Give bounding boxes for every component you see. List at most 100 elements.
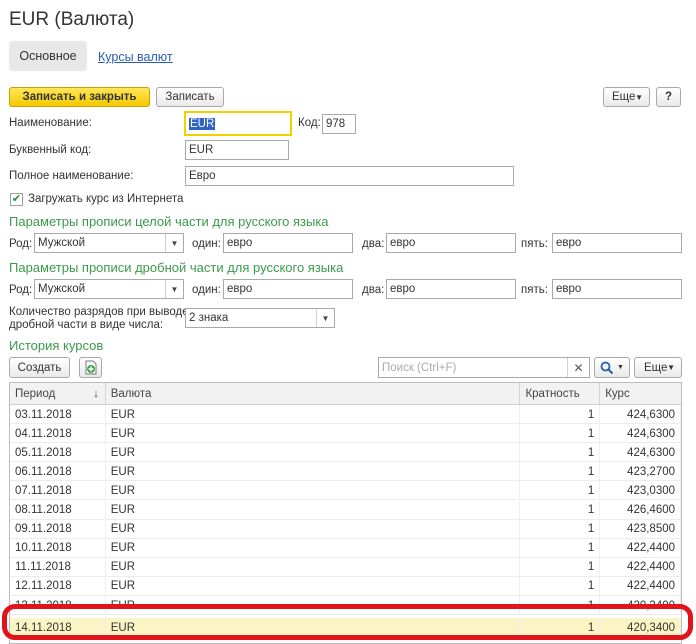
five-input[interactable]: евро xyxy=(552,233,682,253)
letter-code-input[interactable]: EUR xyxy=(185,140,289,160)
cell-currency: EUR xyxy=(106,462,521,482)
history-more-button[interactable]: Еще ▼ xyxy=(634,357,682,378)
copy-button[interactable] xyxy=(79,357,102,378)
frac-gender-select[interactable]: Мужской ▼ xyxy=(34,279,184,299)
load-rate-checkbox[interactable]: ✔ xyxy=(10,193,23,206)
cell-multiplicity: 1 xyxy=(520,596,601,615)
save-and-close-button[interactable]: Записать и закрыть xyxy=(9,87,150,107)
full-name-input[interactable]: Евро xyxy=(185,166,514,186)
cell-currency: EUR xyxy=(106,424,521,444)
load-rate-label: Загружать курс из Интернета xyxy=(28,193,184,205)
rates-table: Период ↓ Валюта Кратность Курс 03.11.201… xyxy=(9,382,682,644)
spelling-frac-heading: Параметры прописи дробной части для русс… xyxy=(9,260,344,275)
cell-period: 12.11.2018 xyxy=(10,576,106,596)
cell-rate: 423,0300 xyxy=(600,481,681,501)
table-row[interactable]: 08.11.2018 EUR 1 426,4600 xyxy=(10,500,681,520)
col-period[interactable]: Период ↓ xyxy=(10,383,106,405)
col-rate[interactable]: Курс xyxy=(600,383,681,405)
cell-multiplicity: 1 xyxy=(520,576,601,596)
table-row[interactable]: 05.11.2018 EUR 1 424,6300 xyxy=(10,443,681,463)
frac-five-input[interactable]: евро xyxy=(552,279,682,299)
gender-value: Мужской xyxy=(38,237,86,249)
cell-rate: 422,4400 xyxy=(600,557,681,577)
cell-currency: EUR xyxy=(106,557,521,577)
cell-currency: EUR xyxy=(106,576,521,596)
name-input[interactable]: EUR xyxy=(184,111,292,136)
frac-one-input[interactable]: евро xyxy=(223,279,353,299)
col-period-label: Период xyxy=(15,388,56,400)
chevron-down-icon: ▼ xyxy=(617,364,624,371)
cell-rate: 423,8500 xyxy=(600,519,681,539)
one-label: один: xyxy=(192,238,221,250)
cell-currency: EUR xyxy=(106,405,521,424)
table-row[interactable]: 09.11.2018 EUR 1 423,8500 xyxy=(10,519,681,539)
gender-label: Род: xyxy=(9,238,33,250)
history-more-label: Еще xyxy=(644,361,668,374)
chevron-down-icon: ▼ xyxy=(667,363,675,372)
cell-multiplicity: 1 xyxy=(520,481,601,501)
frac-two-input[interactable]: евро xyxy=(386,279,516,299)
tab-main[interactable]: Основное xyxy=(9,41,87,71)
cell-rate: 426,4600 xyxy=(600,500,681,520)
table-row-selected[interactable]: 14.11.2018 EUR 1 420,3400 xyxy=(10,618,681,638)
more-button[interactable]: Еще ▼ xyxy=(603,87,650,107)
digits-select[interactable]: 2 знака ▼ xyxy=(185,308,335,328)
save-button[interactable]: Записать xyxy=(156,87,224,107)
two-input[interactable]: евро xyxy=(386,233,516,253)
history-heading: История курсов xyxy=(9,338,104,353)
frac-two-label: два: xyxy=(362,284,385,296)
digits-label: Количество разрядов при выводе дробной ч… xyxy=(9,306,189,332)
table-row[interactable]: 07.11.2018 EUR 1 423,0300 xyxy=(10,481,681,501)
one-input[interactable]: евро xyxy=(223,233,353,253)
table-header: Период ↓ Валюта Кратность Курс xyxy=(10,383,681,405)
cell-rate: 424,6300 xyxy=(600,443,681,463)
search-button[interactable]: ▼ xyxy=(594,357,630,378)
copy-add-icon xyxy=(85,360,96,375)
cell-period: 09.11.2018 xyxy=(10,519,106,539)
cell-multiplicity: 1 xyxy=(520,462,601,482)
table-row[interactable]: 13.11.2018 EUR 1 420,3400 xyxy=(10,596,681,615)
frac-gender-value: Мужской xyxy=(38,283,86,295)
digits-label-line2: дробной части в виде числа: xyxy=(9,319,164,331)
col-currency[interactable]: Валюта xyxy=(106,383,521,405)
cell-period: 10.11.2018 xyxy=(10,538,106,558)
help-button[interactable]: ? xyxy=(656,87,681,107)
chevron-down-icon: ▼ xyxy=(635,92,643,102)
sort-arrow-icon: ↓ xyxy=(93,388,99,400)
table-row[interactable]: 04.11.2018 EUR 1 424,6300 xyxy=(10,424,681,444)
chevron-down-icon[interactable]: ▼ xyxy=(316,309,334,327)
table-row[interactable]: 11.11.2018 EUR 1 422,4400 xyxy=(10,557,681,577)
search-input[interactable]: Поиск (Ctrl+F) ✕ xyxy=(378,357,590,378)
cell-rate: 424,6300 xyxy=(600,424,681,444)
table-row[interactable]: 10.11.2018 EUR 1 422,4400 xyxy=(10,538,681,558)
cell-currency: EUR xyxy=(106,519,521,539)
cell-period: 11.11.2018 xyxy=(10,557,106,577)
check-icon: ✔ xyxy=(11,193,22,205)
table-row[interactable]: 03.11.2018 EUR 1 424,6300 xyxy=(10,405,681,424)
gender-select[interactable]: Мужской ▼ xyxy=(34,233,184,253)
cell-period: 05.11.2018 xyxy=(10,443,106,463)
clear-icon[interactable]: ✕ xyxy=(567,358,589,377)
code-input[interactable]: 978 xyxy=(322,114,356,134)
table-row[interactable]: 12.11.2018 EUR 1 422,4400 xyxy=(10,576,681,596)
chevron-down-icon[interactable]: ▼ xyxy=(165,280,183,298)
cell-multiplicity: 1 xyxy=(520,443,601,463)
cell-currency: EUR xyxy=(106,500,521,520)
cell-currency: EUR xyxy=(106,443,521,463)
cell-period: 04.11.2018 xyxy=(10,424,106,444)
frac-one-label: один: xyxy=(192,284,221,296)
create-button[interactable]: Создать xyxy=(9,357,70,378)
chevron-down-icon[interactable]: ▼ xyxy=(165,234,183,252)
five-label: пять: xyxy=(521,238,548,250)
two-label: два: xyxy=(362,238,385,250)
code-label: Код: xyxy=(298,117,321,129)
tab-rates[interactable]: Курсы валют xyxy=(98,50,173,64)
cell-rate: 423,2700 xyxy=(600,462,681,482)
cell-currency: EUR xyxy=(106,596,521,615)
cell-period: 07.11.2018 xyxy=(10,481,106,501)
table-row[interactable]: 06.11.2018 EUR 1 423,2700 xyxy=(10,462,681,482)
col-multiplicity[interactable]: Кратность xyxy=(520,383,601,405)
full-name-label: Полное наименование: xyxy=(9,170,134,182)
name-label: Наименование: xyxy=(9,117,92,129)
cell-period: 14.11.2018 xyxy=(10,618,106,638)
